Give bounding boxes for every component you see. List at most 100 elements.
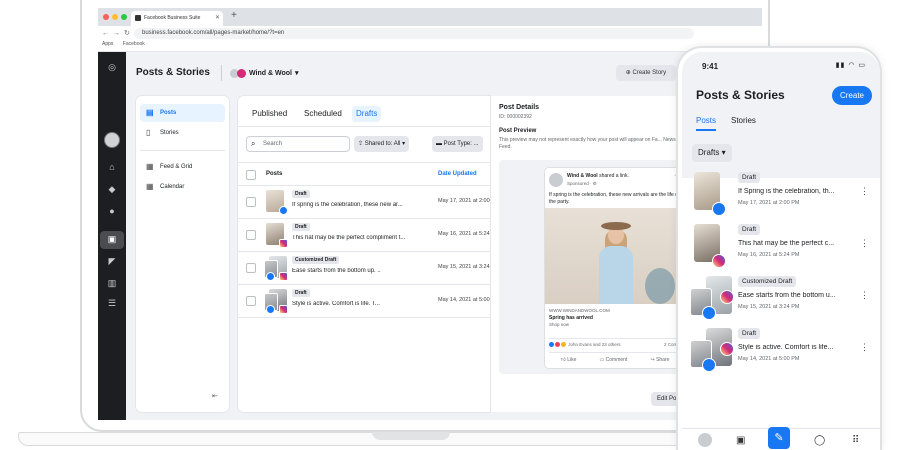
compose-icon[interactable]: ✎ bbox=[768, 427, 790, 449]
sponsored-label: Sponsored · ⚙ bbox=[567, 181, 597, 186]
page-name-line: Wind & Wool shared a link. bbox=[567, 173, 629, 179]
comment-button[interactable]: ▭ Comment bbox=[600, 357, 628, 363]
close-window-icon[interactable] bbox=[103, 14, 109, 20]
bookmark-facebook[interactable]: Facebook bbox=[123, 41, 145, 47]
more-options-icon[interactable]: ⋮ bbox=[860, 342, 869, 353]
post-text: If Spring is the celebration, th... bbox=[738, 188, 835, 195]
image-plant-shape bbox=[645, 268, 675, 304]
row-checkbox[interactable] bbox=[246, 263, 256, 273]
row-checkbox[interactable] bbox=[246, 230, 256, 240]
page-title: Posts & Stories bbox=[136, 67, 210, 78]
create-story-button[interactable]: ⊕ Create Story bbox=[616, 65, 676, 81]
instagram-icon bbox=[279, 239, 288, 248]
reactions-bar: John Evans and 23 others 2 Comm bbox=[549, 338, 681, 348]
browser-tab[interactable]: Facebook Business Suite ✕ bbox=[131, 11, 223, 26]
sidebar-item-stories[interactable]: ▯ Stories bbox=[140, 124, 225, 142]
bookmark-apps[interactable]: Apps bbox=[102, 41, 113, 47]
insights-icon[interactable]: ▥ bbox=[106, 278, 118, 289]
post-type-icon: ▬ bbox=[436, 141, 444, 147]
tabs-divider bbox=[238, 126, 490, 127]
signal-wifi-battery-icon: ▮▮ ◠ ▭ bbox=[835, 62, 866, 69]
tab-scheduled[interactable]: Scheduled bbox=[300, 106, 346, 122]
row-checkbox[interactable] bbox=[246, 197, 256, 207]
status-badge: Customized Draft bbox=[292, 256, 340, 264]
table-row[interactable]: Customized Draft Ease starts from the bo… bbox=[238, 252, 490, 285]
love-reaction-icon bbox=[555, 342, 560, 348]
like-button[interactable]: 👍︎ Like bbox=[561, 357, 577, 363]
new-tab-icon[interactable]: + bbox=[231, 10, 237, 21]
minimize-window-icon[interactable] bbox=[112, 14, 118, 20]
table-header: Posts Date Updated bbox=[238, 162, 490, 186]
list-item[interactable]: Draft Style is active. Comfort is life..… bbox=[682, 324, 880, 376]
table-row[interactable]: Draft Style is active. Comfort is life. … bbox=[238, 285, 490, 318]
avatar[interactable] bbox=[698, 433, 712, 447]
row-checkbox[interactable] bbox=[246, 296, 256, 306]
instagram-account-icon bbox=[237, 68, 246, 78]
maximize-window-icon[interactable] bbox=[121, 14, 127, 20]
phone-mockup: 9:41 ▮▮ ◠ ▭ Posts & Stories Create Posts… bbox=[676, 46, 882, 450]
shared-to-filter[interactable]: ⇪ Shared to: All ▾ bbox=[354, 136, 410, 152]
post-date: May 15, 2021 at 3:24 PM bbox=[738, 304, 800, 310]
sidebar-item-label: Posts bbox=[160, 110, 177, 116]
status-badge: Draft bbox=[292, 190, 310, 198]
column-posts[interactable]: Posts bbox=[266, 171, 282, 177]
left-rail: ◎ ⌂ ◆ ● ▣ ◤ ▥ ☰ bbox=[98, 52, 126, 420]
sidebar-item-feed-grid[interactable]: ▦ Feed & Grid bbox=[140, 158, 225, 176]
collapse-sidebar-icon[interactable]: ⇤ bbox=[212, 392, 218, 400]
browser-tab-title: Facebook Business Suite bbox=[144, 15, 201, 21]
select-all-checkbox[interactable] bbox=[246, 170, 256, 180]
status-badge: Draft bbox=[738, 328, 761, 339]
page-action: shared a link. bbox=[599, 173, 629, 179]
notifications-icon[interactable]: ◆ bbox=[106, 184, 118, 195]
tab-posts[interactable]: Posts bbox=[696, 116, 717, 131]
avatar[interactable] bbox=[104, 132, 120, 148]
instagram-icon bbox=[720, 342, 734, 356]
inbox-icon[interactable]: ● bbox=[106, 206, 118, 217]
reactions-count: John Evans and 23 others bbox=[568, 342, 621, 347]
facebook-icon bbox=[279, 206, 288, 215]
search-input[interactable]: ⌕ Search bbox=[246, 136, 350, 152]
page-avatar bbox=[549, 173, 563, 187]
menu-icon[interactable]: ⠿ bbox=[852, 435, 859, 446]
sidebar-item-calendar[interactable]: ▦ Calendar bbox=[140, 178, 225, 196]
post-date: May 14, 2021 at 5:00 PM bbox=[738, 356, 800, 362]
posts-stories-icon[interactable]: ▣ bbox=[736, 435, 745, 446]
list-item[interactable]: Draft If Spring is the celebration, th..… bbox=[682, 168, 880, 220]
chevron-down-icon: ▾ bbox=[402, 141, 406, 147]
more-options-icon[interactable]: ⋮ bbox=[860, 290, 869, 301]
list-item[interactable]: Customized Draft Ease starts from the bo… bbox=[682, 272, 880, 324]
table-row[interactable]: Draft This hat may be the perfect compli… bbox=[238, 219, 490, 252]
column-date-updated[interactable]: Date Updated bbox=[438, 171, 477, 177]
account-switcher[interactable]: Wind & Wool ▾ bbox=[221, 65, 298, 81]
list-item[interactable]: Draft This hat may be the perfect c... M… bbox=[682, 220, 880, 272]
post-image bbox=[545, 208, 685, 304]
sidebar-item-posts[interactable]: ▤ Posts bbox=[140, 104, 225, 122]
post-type-filter[interactable]: ▬ Post Type: ... bbox=[432, 136, 483, 152]
post-date: May 17, 2021 at 2:00 PM bbox=[738, 200, 800, 206]
preview-area: Wind & Wool shared a link. Sponsored · ⚙… bbox=[499, 160, 689, 374]
inbox-icon[interactable]: ◯ bbox=[814, 435, 825, 446]
instagram-icon bbox=[720, 290, 734, 304]
posts-stories-icon[interactable]: ▣ bbox=[106, 234, 118, 245]
more-options-icon[interactable]: ⋮ bbox=[860, 238, 869, 249]
home-icon[interactable]: ⌂ bbox=[106, 162, 118, 173]
tab-published[interactable]: Published bbox=[248, 106, 291, 122]
tab-stories[interactable]: Stories bbox=[731, 116, 756, 125]
sidebar-item-label: Feed & Grid bbox=[160, 164, 193, 170]
browser-nav-icons[interactable]: ←→↻ bbox=[102, 29, 134, 37]
menu-icon[interactable]: ☰ bbox=[106, 298, 118, 309]
share-button[interactable]: ↪ Share bbox=[650, 357, 669, 363]
meta-logo-icon[interactable]: ◎ bbox=[106, 62, 118, 73]
create-story-label: Create Story bbox=[632, 70, 667, 76]
url-field[interactable]: business.facebook.com/all/pages-market/h… bbox=[134, 28, 694, 39]
table-row[interactable]: Draft If spring is the celebration, thes… bbox=[238, 186, 490, 219]
close-tab-icon[interactable]: ✕ bbox=[215, 14, 220, 21]
create-button[interactable]: Create bbox=[832, 86, 872, 105]
ads-icon[interactable]: ◤ bbox=[106, 256, 118, 267]
more-options-icon[interactable]: ⋮ bbox=[860, 186, 869, 197]
drafts-dropdown[interactable]: Drafts ▾ bbox=[692, 144, 732, 162]
account-name: Wind & Wool bbox=[249, 69, 292, 77]
instagram-icon bbox=[279, 272, 288, 281]
tab-drafts[interactable]: Drafts bbox=[352, 106, 382, 122]
status-badge: Draft bbox=[738, 172, 761, 183]
